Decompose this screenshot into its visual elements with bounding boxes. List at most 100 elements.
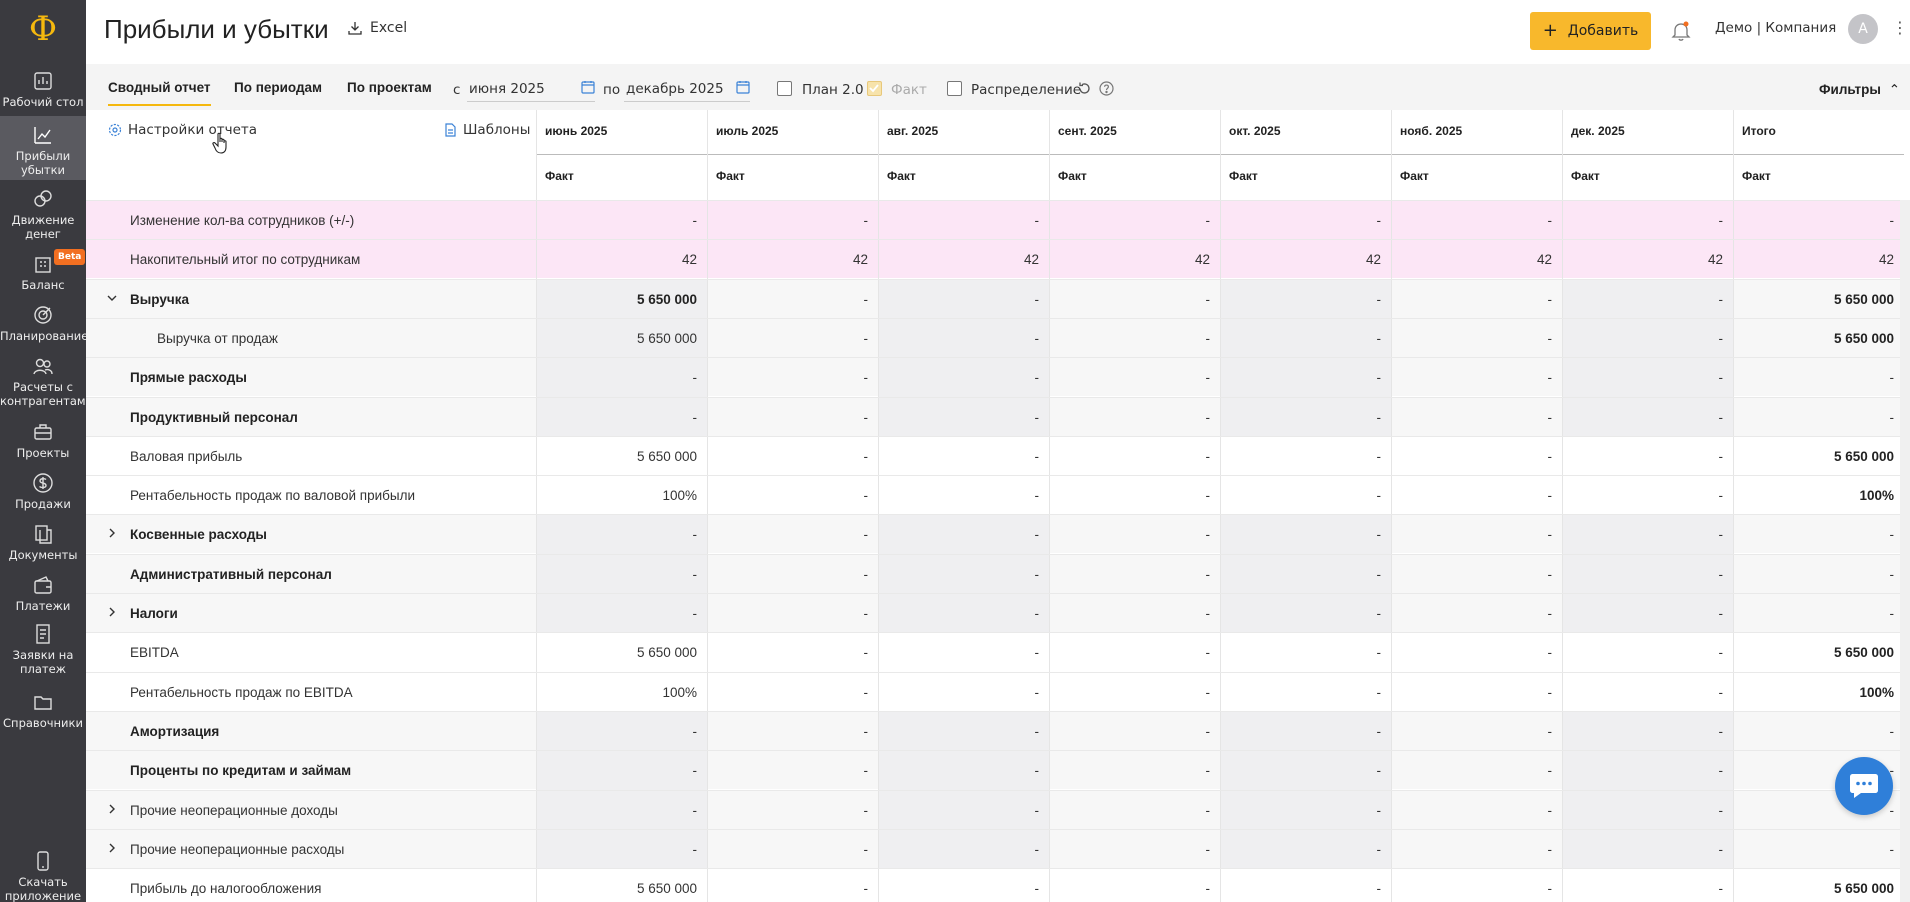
table-cell[interactable]: - bbox=[878, 712, 1049, 751]
distribution-checkbox[interactable] bbox=[947, 81, 962, 96]
table-cell[interactable]: - bbox=[878, 791, 1049, 830]
table-cell[interactable]: 42 bbox=[1733, 240, 1904, 279]
table-cell[interactable]: - bbox=[707, 201, 878, 240]
table-cell[interactable]: - bbox=[707, 319, 878, 358]
table-cell[interactable]: - bbox=[1562, 398, 1733, 437]
table-cell[interactable]: - bbox=[1733, 594, 1904, 633]
table-cell[interactable]: - bbox=[1562, 830, 1733, 869]
table-row[interactable]: Рентабельность продаж по валовой прибыли… bbox=[86, 475, 1910, 515]
date-to-input[interactable]: декабрь 2025 bbox=[624, 72, 750, 102]
table-cell[interactable]: - bbox=[1049, 358, 1220, 397]
table-cell[interactable]: - bbox=[1220, 791, 1391, 830]
table-cell[interactable]: - bbox=[878, 515, 1049, 554]
table-row[interactable]: Прочие неоперационные расходы - - - - - - - - bbox=[86, 829, 1910, 869]
table-row[interactable]: Амортизация - - - - - - - - bbox=[86, 711, 1910, 751]
table-cell[interactable]: - bbox=[1391, 791, 1562, 830]
reset-icon[interactable] bbox=[1077, 81, 1092, 96]
table-cell[interactable]: - bbox=[878, 398, 1049, 437]
date-from-input[interactable]: июня 2025 bbox=[467, 72, 595, 102]
table-cell[interactable]: - bbox=[1562, 633, 1733, 672]
table-cell[interactable]: 5 650 000 bbox=[536, 319, 707, 358]
app-logo[interactable]: Ф bbox=[0, 0, 86, 58]
table-cell[interactable]: - bbox=[1391, 751, 1562, 790]
table-cell[interactable]: - bbox=[1220, 594, 1391, 633]
table-cell[interactable]: - bbox=[1562, 791, 1733, 830]
table-cell[interactable]: - bbox=[1391, 515, 1562, 554]
table-cell[interactable]: 100% bbox=[536, 476, 707, 515]
table-cell[interactable]: - bbox=[878, 869, 1049, 902]
table-cell[interactable]: 42 bbox=[536, 240, 707, 279]
table-cell[interactable]: - bbox=[1391, 201, 1562, 240]
table-cell[interactable]: 5 650 000 bbox=[1733, 280, 1904, 319]
table-cell[interactable]: 42 bbox=[1049, 240, 1220, 279]
table-row[interactable]: Изменение кол-ва сотрудников (+/-) - - - - - -… bbox=[86, 200, 1910, 240]
report-settings-button[interactable]: Настройки отчета bbox=[108, 122, 257, 138]
table-cell[interactable]: - bbox=[878, 633, 1049, 672]
table-cell[interactable]: 5 650 000 bbox=[536, 869, 707, 902]
table-row[interactable]: Налоги - - - - - - - - bbox=[86, 593, 1910, 633]
table-cell[interactable]: - bbox=[536, 712, 707, 751]
table-cell[interactable]: 5 650 000 bbox=[1733, 869, 1904, 902]
table-cell[interactable]: - bbox=[1733, 830, 1904, 869]
table-cell[interactable]: - bbox=[1391, 476, 1562, 515]
table-row[interactable]: Рентабельность продаж по EBITDA 100% - - - - -… bbox=[86, 672, 1910, 712]
table-cell[interactable]: - bbox=[1049, 515, 1220, 554]
table-cell[interactable]: - bbox=[1049, 673, 1220, 712]
table-row[interactable]: Проценты по кредитам и займам - - - - - - - - bbox=[86, 750, 1910, 790]
table-row[interactable]: Административный персонал - - - - - - - - bbox=[86, 554, 1910, 594]
table-cell[interactable]: - bbox=[1220, 319, 1391, 358]
table-cell[interactable]: - bbox=[1391, 830, 1562, 869]
sidebar-item-references[interactable]: Справочники bbox=[0, 691, 86, 731]
sidebar-item-balance[interactable]: Beta Баланс bbox=[0, 249, 86, 293]
table-cell[interactable]: - bbox=[878, 280, 1049, 319]
table-cell[interactable]: 100% bbox=[1733, 476, 1904, 515]
table-cell[interactable]: - bbox=[1733, 555, 1904, 594]
table-cell[interactable]: - bbox=[1049, 398, 1220, 437]
table-cell[interactable]: - bbox=[878, 319, 1049, 358]
table-row[interactable]: EBITDA 5 650 000- - - - - -5 650 000 bbox=[86, 632, 1910, 672]
table-cell[interactable]: - bbox=[1220, 712, 1391, 751]
table-cell[interactable]: 5 650 000 bbox=[1733, 437, 1904, 476]
table-cell[interactable]: - bbox=[536, 830, 707, 869]
table-cell[interactable]: - bbox=[1562, 751, 1733, 790]
table-cell[interactable]: - bbox=[536, 201, 707, 240]
table-cell[interactable]: - bbox=[536, 358, 707, 397]
excel-export-button[interactable]: Excel bbox=[348, 20, 407, 36]
table-cell[interactable]: 100% bbox=[536, 673, 707, 712]
table-cell[interactable]: - bbox=[1562, 673, 1733, 712]
table-cell[interactable]: - bbox=[536, 555, 707, 594]
table-cell[interactable]: - bbox=[1220, 437, 1391, 476]
tab-by-projects[interactable]: По проектам bbox=[347, 80, 432, 95]
notifications-bell[interactable] bbox=[1670, 20, 1692, 46]
sidebar-item-pnl[interactable]: Прибыли убытки bbox=[0, 116, 86, 180]
filters-toggle[interactable]: Фильтры ⌃ bbox=[1819, 82, 1900, 98]
table-cell[interactable]: - bbox=[1391, 673, 1562, 712]
table-cell[interactable]: - bbox=[536, 594, 707, 633]
table-cell[interactable]: - bbox=[1562, 594, 1733, 633]
sidebar-item-documents[interactable]: Документы bbox=[0, 523, 86, 563]
table-cell[interactable]: - bbox=[878, 555, 1049, 594]
table-cell[interactable]: - bbox=[878, 201, 1049, 240]
add-button[interactable]: + Добавить bbox=[1530, 12, 1651, 50]
table-cell[interactable]: - bbox=[1220, 633, 1391, 672]
table-row[interactable]: Выручка 5 650 000- - - - - -5 650 000 bbox=[86, 279, 1910, 319]
table-cell[interactable]: 100% bbox=[1733, 673, 1904, 712]
table-cell[interactable]: - bbox=[707, 751, 878, 790]
table-cell[interactable]: - bbox=[1049, 712, 1220, 751]
table-cell[interactable]: - bbox=[1049, 830, 1220, 869]
table-cell[interactable]: - bbox=[1562, 555, 1733, 594]
table-cell[interactable]: - bbox=[1391, 555, 1562, 594]
table-cell[interactable]: - bbox=[1049, 437, 1220, 476]
table-cell[interactable]: - bbox=[1220, 476, 1391, 515]
table-cell[interactable]: - bbox=[1391, 280, 1562, 319]
table-cell[interactable]: - bbox=[1562, 358, 1733, 397]
table-cell[interactable]: - bbox=[536, 515, 707, 554]
table-cell[interactable]: - bbox=[707, 398, 878, 437]
table-cell[interactable]: 42 bbox=[1220, 240, 1391, 279]
table-cell[interactable]: - bbox=[707, 712, 878, 751]
table-row[interactable]: Накопительный итог по сотрудникам 42 42 42 4… bbox=[86, 239, 1910, 279]
table-row[interactable]: Валовая прибыль 5 650 000- - - - - -5 650 000 bbox=[86, 436, 1910, 476]
table-cell[interactable]: - bbox=[1220, 280, 1391, 319]
table-cell[interactable]: - bbox=[707, 555, 878, 594]
more-menu-icon[interactable]: ⋮ bbox=[1892, 18, 1908, 37]
